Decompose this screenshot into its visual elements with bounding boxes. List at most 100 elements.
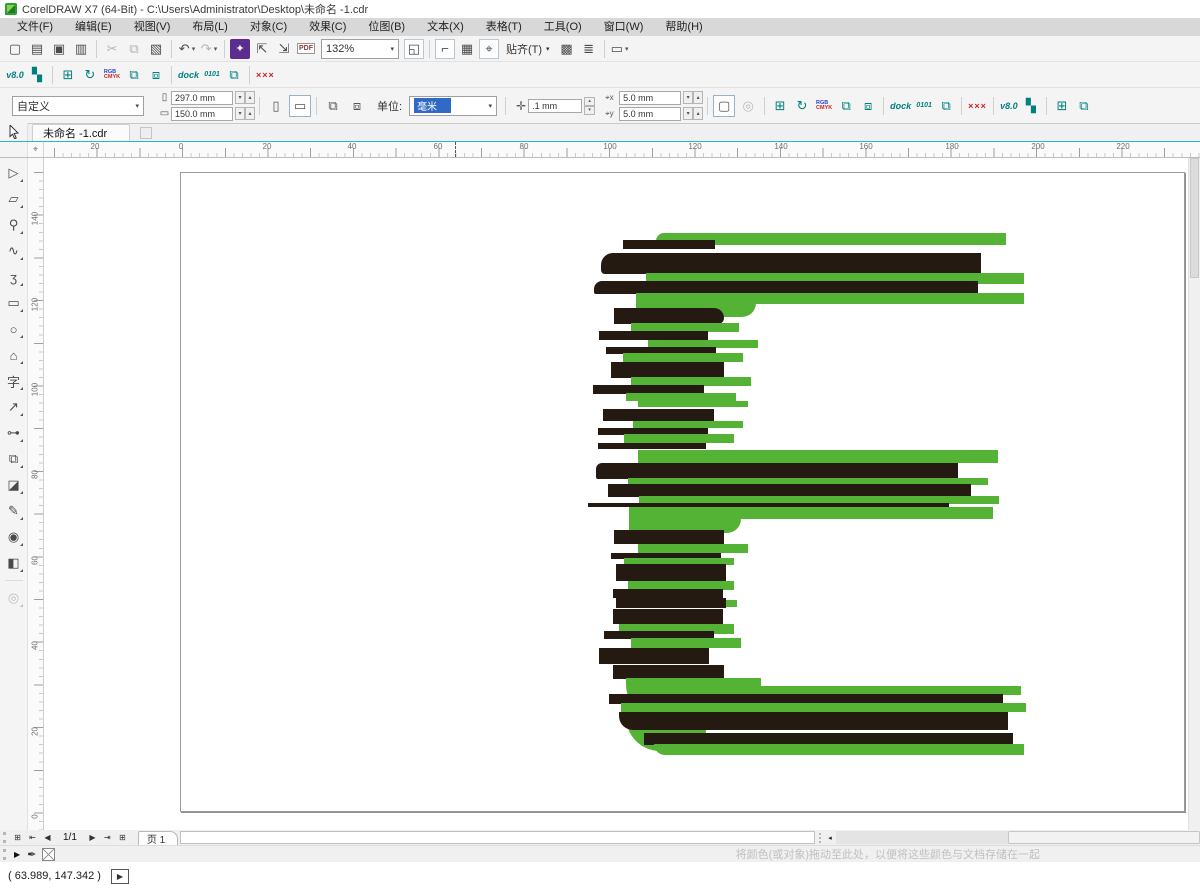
tool-edit-fill[interactable]: ◎	[2, 585, 26, 611]
macro-binary[interactable]: 0101	[914, 96, 934, 116]
menu-item-10[interactable]: 窗口(W)	[593, 18, 655, 36]
coordinates-expand-button[interactable]: ▶	[110, 868, 129, 884]
nudge-distance-field[interactable]: .1 mm	[528, 98, 583, 113]
page-tab[interactable]: 页 1	[137, 830, 179, 846]
tool-connector[interactable]: ⊶	[2, 420, 26, 446]
application-launcher[interactable]: ✦	[230, 38, 250, 59]
tool-rectangle[interactable]: ▭	[2, 290, 26, 316]
vertical-ruler[interactable]: 140 120 100 80 60 40 20 0	[28, 158, 44, 830]
last-page-button[interactable]: ⇥	[100, 831, 115, 844]
vertical-scrollbar-thumb[interactable]	[1190, 158, 1199, 278]
cut[interactable]: ✂	[102, 39, 122, 59]
save-document[interactable]: ▣	[49, 39, 69, 59]
ruler-origin[interactable]: ⌖	[28, 142, 44, 157]
palette-grip[interactable]	[819, 832, 822, 843]
menu-item-0[interactable]: 文件(F)	[6, 18, 64, 36]
menu-item-4[interactable]: 对象(C)	[239, 18, 298, 36]
new-document-tab-stub[interactable]	[140, 127, 153, 139]
macro-version-label[interactable]: v8.0	[5, 65, 25, 85]
macro-doc-convert[interactable]: ⧉	[124, 65, 144, 85]
macro-pages[interactable]: ⧉	[224, 65, 244, 85]
duplicate-y-field[interactable]: 5.0 mm	[619, 106, 682, 121]
paste[interactable]: ▧	[146, 39, 166, 59]
undo[interactable]: ↶ ▾	[177, 39, 197, 59]
menu-item-2[interactable]: 视图(V)	[123, 18, 182, 36]
letter-e-artwork[interactable]	[181, 173, 1184, 811]
canvas[interactable]	[44, 158, 1200, 830]
full-screen-preview[interactable]: ◱	[404, 38, 424, 59]
snap-toggle[interactable]: ⌖	[479, 38, 499, 59]
page-preset-combo[interactable]: 自定义 ▾	[12, 95, 144, 116]
first-page-button[interactable]: ⇤	[25, 831, 40, 844]
treat-as-filled-button[interactable]: ▢	[713, 94, 736, 117]
previous-page-button[interactable]: ◀	[40, 831, 55, 844]
print-document[interactable]: ▥	[71, 39, 91, 59]
publish-to-pdf[interactable]: PDF	[296, 39, 316, 59]
horizontal-scrollbar[interactable]	[180, 831, 815, 844]
menu-item-8[interactable]: 表格(T)	[475, 18, 533, 36]
macro-dock[interactable]: dock	[177, 65, 200, 85]
macro-doc-locked[interactable]: ⧈	[858, 96, 878, 116]
macro-rgb-cmyk[interactable]: RGB CMYK	[814, 96, 834, 116]
document-tab[interactable]: 未命名 -1.cdr	[32, 124, 131, 141]
tool-parallel-dimension[interactable]: ↗	[2, 394, 26, 420]
tool-color-eyedropper[interactable]: ✎	[2, 498, 26, 524]
show-rulers[interactable]: ⌐	[435, 38, 455, 59]
zoom-level-combo[interactable]: 132% ▾	[321, 38, 399, 59]
tool-smart-fill[interactable]: ◉	[2, 524, 26, 550]
macro-binary[interactable]: 0101	[202, 65, 222, 85]
duplicate-y-spinner[interactable]: ▾ ▴	[683, 107, 704, 120]
open-document[interactable]: ▤	[27, 39, 47, 59]
status-grip[interactable]	[3, 848, 6, 860]
snap-to-button[interactable]: 贴齐(T) ▾	[500, 39, 556, 59]
export[interactable]: ⇲	[274, 39, 294, 59]
macro-doc-convert[interactable]: ⧉	[836, 96, 856, 116]
menu-item-11[interactable]: 帮助(H)	[654, 18, 713, 36]
macro-rgb-cmyk[interactable]: RGB CMYK	[102, 65, 122, 85]
menu-item-6[interactable]: 位图(B)	[357, 18, 416, 36]
vertical-scrollbar[interactable]	[1188, 158, 1200, 830]
tool-drop-shadow[interactable]: ⧉	[2, 446, 26, 472]
all-pages-button[interactable]: ⧉	[322, 95, 344, 117]
menu-item-9[interactable]: 工具(O)	[533, 18, 593, 36]
horizontal-ruler[interactable]: 20 0 20 40 60 80 100 120 140 160 180 200 220	[44, 142, 1200, 157]
macro-pages[interactable]: ⧉	[936, 96, 956, 116]
welcome-screen[interactable]: ▭ ▾	[610, 39, 630, 59]
tool-transparency[interactable]: ◪	[2, 472, 26, 498]
macro-recolor[interactable]: ↻	[80, 65, 100, 85]
add-page-end-button[interactable]: ⊞	[115, 831, 130, 844]
tool-pick[interactable]	[0, 123, 28, 141]
macro-recolor[interactable]: ↻	[792, 96, 812, 116]
macro-delete-marks[interactable]: ×××	[967, 96, 988, 116]
copy[interactable]: ⧉	[124, 39, 144, 59]
tool-interactive-fill[interactable]: ◧	[2, 550, 26, 576]
page-height-spinner[interactable]: ▾ ▴	[235, 107, 255, 120]
landscape-button[interactable]: ▭	[289, 94, 311, 117]
duplicate-x-spinner[interactable]: ▾ ▴	[683, 91, 704, 104]
macro-selector[interactable]: ⊞	[770, 96, 790, 116]
add-page-start-button[interactable]: ⊞	[10, 831, 25, 844]
next-page-button[interactable]: ▶	[85, 831, 100, 844]
menu-item-3[interactable]: 布局(L)	[181, 18, 238, 36]
palette-scroll-left-button[interactable]: ◂	[824, 832, 836, 844]
palette-scrollbar-thumb[interactable]	[1008, 831, 1200, 844]
tool-ellipse[interactable]: ○	[2, 316, 26, 342]
tool-zoom[interactable]: ⚲	[2, 212, 26, 238]
macro-color-swap[interactable]: ▚	[27, 65, 47, 85]
portrait-button[interactable]: ▯	[265, 95, 287, 117]
page-height-field[interactable]: 150.0 mm	[171, 106, 233, 121]
duplicate-x-field[interactable]: 5.0 mm	[619, 90, 682, 105]
macro-doc-convert[interactable]: ⧉	[1074, 96, 1094, 116]
import[interactable]: ⇱	[252, 39, 272, 59]
tool-polygon[interactable]: ⌂	[2, 342, 26, 368]
redo[interactable]: ↷ ▾	[199, 39, 219, 59]
units-combo[interactable]: 毫米 ▾	[409, 95, 498, 116]
drawing-page[interactable]	[180, 172, 1185, 812]
page-width-field[interactable]: 297.0 mm	[171, 90, 233, 105]
menu-item-1[interactable]: 编辑(E)	[64, 18, 123, 36]
menu-item-7[interactable]: 文本(X)	[416, 18, 475, 36]
tool-freehand[interactable]: ∿	[2, 238, 26, 264]
menu-item-5[interactable]: 效果(C)	[298, 18, 357, 36]
macro-color-swap[interactable]: ▚	[1021, 96, 1041, 116]
tool-artistic-media[interactable]: ʒ	[2, 264, 26, 290]
